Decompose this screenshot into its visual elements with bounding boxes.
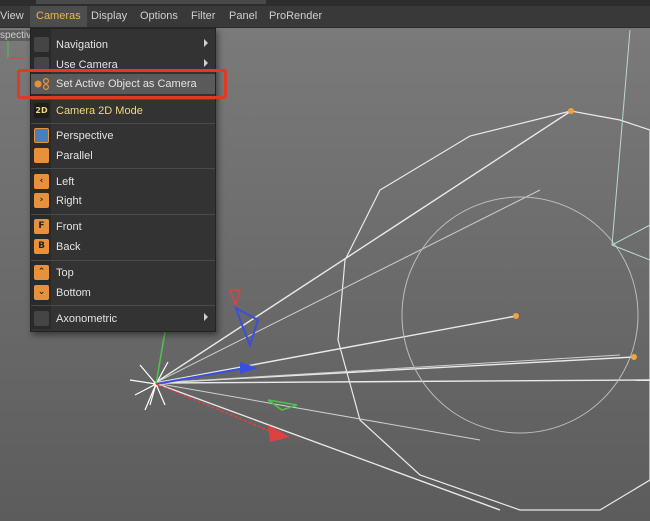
- camera-2d-icon: 2D: [34, 103, 49, 118]
- menu-item-axonometric[interactable]: Axonometric: [31, 309, 215, 329]
- menu-item-label: Navigation: [56, 39, 108, 51]
- menu-separator: [31, 123, 215, 124]
- viewport-menubar: View Cameras Display Options Filter Pane…: [0, 6, 650, 28]
- menu-cameras[interactable]: Cameras: [30, 6, 87, 27]
- menu-item-left[interactable]: ‹ Left: [31, 172, 215, 192]
- menu-separator: [31, 168, 215, 169]
- menu-item-front[interactable]: F Front: [31, 217, 215, 237]
- menu-item-navigation[interactable]: Navigation: [31, 35, 215, 55]
- back-icon: B: [34, 239, 49, 254]
- menu-item-label: Front: [56, 221, 82, 233]
- parallel-icon: [34, 148, 49, 163]
- perspective-icon: [34, 128, 49, 143]
- left-arrow-icon: ‹: [34, 174, 49, 189]
- menu-filter[interactable]: Filter: [191, 10, 215, 22]
- submenu-arrow-icon: [204, 313, 208, 321]
- right-arrow-icon: ›: [34, 193, 49, 208]
- menu-item-label: Perspective: [56, 130, 114, 142]
- title-tab: [36, 0, 266, 4]
- menu-prorender[interactable]: ProRender: [269, 10, 322, 22]
- menu-item-right[interactable]: › Right: [31, 191, 215, 211]
- menu-item-perspective[interactable]: Perspective: [31, 126, 215, 146]
- menu-item-label: Camera 2D Mode: [56, 105, 143, 117]
- menu-item-bottom[interactable]: ⌄ Bottom: [31, 283, 215, 303]
- menu-display[interactable]: Display: [91, 10, 127, 22]
- menu-item-parallel[interactable]: Parallel: [31, 146, 215, 166]
- menu-separator: [31, 260, 215, 261]
- menu-separator: [31, 214, 215, 215]
- menu-options[interactable]: Options: [140, 10, 178, 22]
- menu-item-label: Parallel: [56, 150, 93, 162]
- menu-panel[interactable]: Panel: [229, 10, 257, 22]
- menu-item-label: Left: [56, 176, 75, 188]
- menu-item-label: Bottom: [56, 287, 91, 299]
- front-icon: F: [34, 219, 49, 234]
- cameras-dropdown-menu: Navigation Use Camera Set Active Object …: [17, 28, 227, 332]
- blank-icon: [34, 311, 49, 326]
- frustum-edge-1: [154, 110, 572, 384]
- menu-item-label: Right: [56, 195, 82, 207]
- menu-item-camera-2d-mode[interactable]: 2D Camera 2D Mode: [31, 101, 215, 121]
- menu-view[interactable]: View: [0, 10, 24, 22]
- menu-item-label: Axonometric: [56, 313, 118, 325]
- menu-item-top[interactable]: ⌃ Top: [31, 263, 215, 283]
- top-arrow-icon: ⌃: [34, 265, 49, 280]
- menu-separator: [31, 99, 215, 100]
- menu-separator: [31, 305, 215, 306]
- bottom-arrow-icon: ⌄: [34, 285, 49, 300]
- annotation-highlight-box: [17, 69, 227, 99]
- menu-item-back[interactable]: B Back: [31, 237, 215, 257]
- submenu-arrow-icon: [204, 39, 208, 47]
- blank-icon: [34, 37, 49, 52]
- submenu-arrow-icon: [204, 59, 208, 67]
- menu-item-label: Top: [56, 267, 74, 279]
- menu-item-label: Back: [56, 241, 81, 253]
